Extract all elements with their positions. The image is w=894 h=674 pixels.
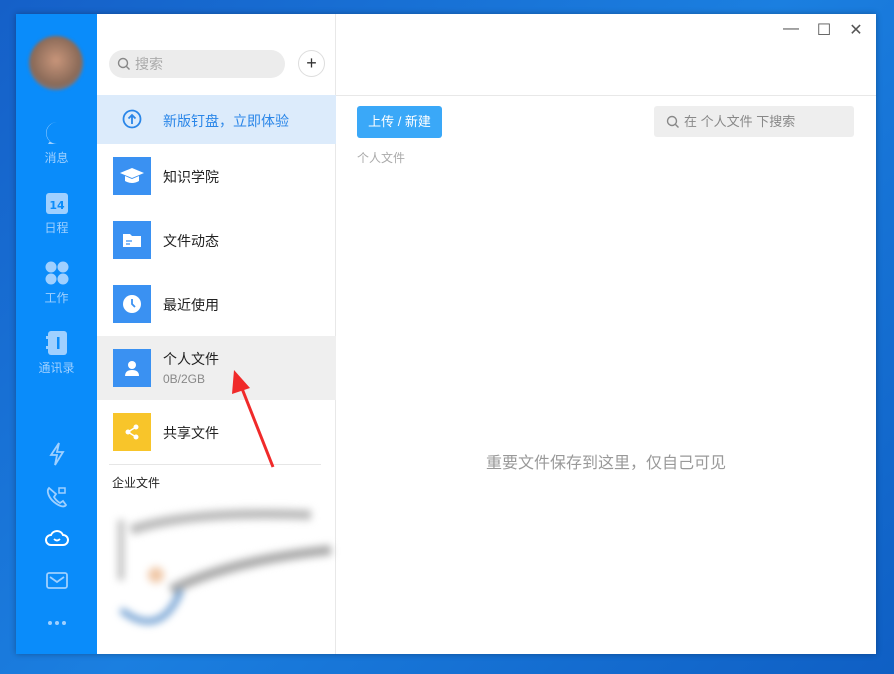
more-icon[interactable]	[44, 610, 70, 636]
nav-shared-files[interactable]: 共享文件	[97, 400, 336, 464]
minimize-button[interactable]: —	[780, 20, 802, 38]
svg-text:14: 14	[49, 199, 65, 212]
maximize-button[interactable]: ☐	[813, 20, 835, 40]
nav-personal-files[interactable]: 个人文件0B/2GB	[97, 336, 336, 400]
upload-new-button[interactable]: 上传 / 新建	[357, 106, 442, 138]
chat-icon	[44, 120, 70, 146]
calendar-icon: 14	[44, 190, 70, 216]
folder-icon	[113, 221, 151, 259]
graduation-cap-icon	[113, 157, 151, 195]
close-button[interactable]: ✕	[845, 20, 867, 40]
mail-icon[interactable]	[44, 567, 70, 593]
search-icon	[666, 115, 680, 129]
new-drive-banner[interactable]: 新版钉盘，立即体验	[97, 95, 336, 144]
nav-file-activity[interactable]: 文件动态	[97, 208, 336, 272]
rail-work[interactable]: 工作	[16, 260, 97, 306]
person-icon	[113, 349, 151, 387]
divider	[109, 464, 321, 465]
search-input[interactable]: 搜索	[109, 50, 285, 78]
nav-knowledge-academy[interactable]: 知识学院	[97, 144, 336, 208]
empty-state-text: 重要文件保存到这里，仅自己可见	[336, 449, 876, 473]
breadcrumb[interactable]: 个人文件	[357, 149, 405, 166]
add-button[interactable]: +	[298, 50, 325, 77]
rail-messages[interactable]: 消息	[16, 120, 97, 166]
left-rail: 消息 14 日程 工作 通讯录	[16, 14, 97, 654]
nav-recent[interactable]: 最近使用	[97, 272, 336, 336]
search-icon	[117, 57, 131, 71]
content-panel: — ☐ ✕ 上传 / 新建 在 个人文件 下搜索 个人文件 重要文件保存到这里，…	[336, 14, 876, 654]
file-nav-panel: 搜索 + 新版钉盘，立即体验 知识学院 文件动态 最近使用 个人文件0B/2GB…	[97, 14, 336, 654]
phone-video-icon[interactable]	[44, 484, 70, 510]
dingtalk-window: 消息 14 日程 工作 通讯录 搜索 + 新版钉盘，立即体验 知识学院 文件动态…	[16, 14, 876, 654]
lightning-icon[interactable]	[44, 441, 70, 467]
blurred-image	[111, 500, 335, 630]
avatar[interactable]	[29, 36, 83, 90]
cloud-drive-icon[interactable]	[44, 525, 70, 551]
apps-icon	[44, 260, 70, 286]
contacts-icon	[44, 330, 70, 356]
share-icon	[113, 413, 151, 451]
section-enterprise-files: 企业文件	[112, 474, 160, 491]
folder-search-input[interactable]: 在 个人文件 下搜索	[654, 106, 854, 137]
clock-icon	[113, 285, 151, 323]
rail-contacts[interactable]: 通讯录	[16, 330, 97, 376]
upload-circle-icon	[122, 109, 142, 129]
rail-calendar[interactable]: 14 日程	[16, 190, 97, 236]
